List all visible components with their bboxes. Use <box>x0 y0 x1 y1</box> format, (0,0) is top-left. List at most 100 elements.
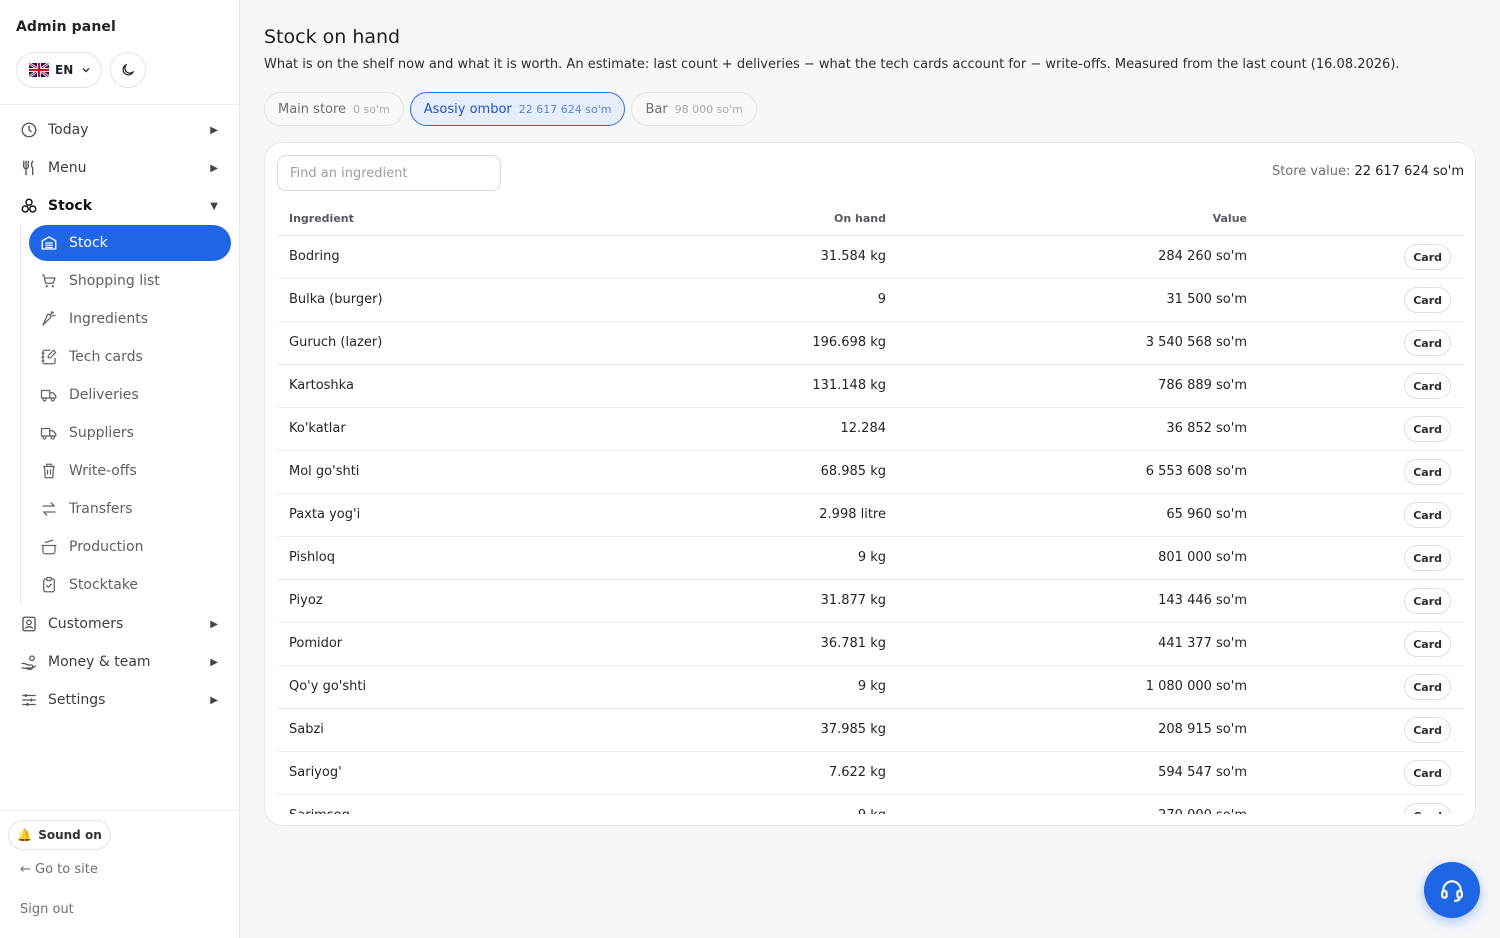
card-button[interactable]: Card <box>1404 244 1451 270</box>
sub-nav-production[interactable]: Production <box>29 529 231 565</box>
table-row: Ko'katlar 12.284 36 852 so'm Card <box>277 408 1464 451</box>
stock-value: 31 500 so'm <box>1166 292 1247 307</box>
stock-value: 786 889 so'm <box>1158 378 1247 393</box>
card-button[interactable]: Card <box>1404 717 1451 743</box>
bell-icon: 🔔 <box>17 828 33 842</box>
ingredient-name: Kartoshka <box>289 378 354 393</box>
sub-nav-label: Stock <box>69 235 108 251</box>
stock-value: 284 260 so'm <box>1158 249 1247 264</box>
sub-nav-label: Shopping list <box>69 273 160 289</box>
card-button[interactable]: Card <box>1404 330 1451 356</box>
go-to-site-link[interactable]: ← Go to site <box>20 862 98 877</box>
on-hand-qty: 31.877 kg <box>820 593 886 608</box>
store-tabs: Main store 0 so'm Asosiy ombor 22 617 62… <box>264 92 757 126</box>
sub-nav-stock[interactable]: Stock <box>29 225 231 261</box>
store-value-amount: 22 617 624 so'm <box>1354 164 1464 179</box>
table-row: Sabzi 37.985 kg 208 915 so'm Card <box>277 709 1464 752</box>
page-description: What is on the shelf now and what it is … <box>264 57 1400 72</box>
on-hand-qty: 9 kg <box>857 550 886 565</box>
stock-value: 594 547 so'm <box>1158 765 1247 780</box>
stock-value: 36 852 so'm <box>1166 421 1247 436</box>
carrot-icon <box>40 310 58 328</box>
card-button[interactable]: Card <box>1404 588 1451 614</box>
cart-icon <box>40 272 58 290</box>
sub-nav-stocktake[interactable]: Stocktake <box>29 567 231 603</box>
ingredient-name: Guruch (lazer) <box>289 335 383 350</box>
ingredient-name: Pishloq <box>289 550 335 565</box>
table-row: Kartoshka 131.148 kg 786 889 so'm Card <box>277 365 1464 408</box>
ingredient-name: Paxta yog'i <box>289 507 361 522</box>
stock-value: 208 915 so'm <box>1158 722 1247 737</box>
nav-label: Settings <box>48 692 106 708</box>
warehouse-icon <box>40 234 58 252</box>
truck-icon <box>40 386 58 404</box>
nav-menu[interactable]: Menu ▶ <box>8 151 232 185</box>
card-button[interactable]: Card <box>1404 631 1451 657</box>
store-tab-bar[interactable]: Bar 98 000 so'm <box>631 92 757 126</box>
sub-nav-deliveries[interactable]: Deliveries <box>29 377 231 413</box>
sign-out-link[interactable]: Sign out <box>20 902 74 917</box>
ingredient-search-input[interactable] <box>277 155 501 191</box>
sub-nav-ingredients[interactable]: Ingredients <box>29 301 231 337</box>
sub-nav-shopping-list[interactable]: Shopping list <box>29 263 231 299</box>
language-switcher[interactable]: EN <box>16 52 102 88</box>
sound-toggle-button[interactable]: 🔔 Sound on <box>8 820 111 850</box>
nav-label: Menu <box>48 160 87 176</box>
card-button[interactable]: Card <box>1404 416 1451 442</box>
truck-icon <box>40 424 58 442</box>
caret-right-icon: ▶ <box>210 694 218 706</box>
stock-value: 6 553 608 so'm <box>1145 464 1247 479</box>
store-tab-asosiy-ombor[interactable]: Asosiy ombor 22 617 624 so'm <box>409 92 626 126</box>
store-tab-amount: 0 so'm <box>353 102 390 116</box>
card-button[interactable]: Card <box>1404 287 1451 313</box>
nav-label: Customers <box>48 616 124 632</box>
on-hand-qty: 37.985 kg <box>820 722 886 737</box>
on-hand-qty: 36.781 kg <box>820 636 886 651</box>
hand-coins-icon <box>20 653 38 671</box>
nav-customers[interactable]: Customers ▶ <box>8 607 232 641</box>
on-hand-qty: 9 <box>877 292 886 307</box>
card-button[interactable]: Card <box>1404 373 1451 399</box>
card-button[interactable]: Card <box>1404 803 1451 814</box>
sub-nav-suppliers[interactable]: Suppliers <box>29 415 231 451</box>
table-row: Bodring 31.584 kg 284 260 so'm Card <box>277 236 1464 279</box>
nav-today[interactable]: Today ▶ <box>8 113 232 147</box>
support-chat-button[interactable] <box>1424 862 1480 918</box>
clock-icon <box>20 121 38 139</box>
ingredient-name: Pomidor <box>289 636 343 651</box>
stock-value: 3 540 568 so'm <box>1145 335 1247 350</box>
contact-icon <box>20 615 38 633</box>
on-hand-qty: 131.148 kg <box>812 378 886 393</box>
sub-nav-label: Ingredients <box>69 311 148 327</box>
card-button[interactable]: Card <box>1404 760 1451 786</box>
table-row: Guruch (lazer) 196.698 kg 3 540 568 so'm Ca… <box>277 322 1464 365</box>
store-value-label: Store value: <box>1271 164 1351 179</box>
card-button[interactable]: Card <box>1404 674 1451 700</box>
sound-label: Sound on <box>38 828 102 842</box>
nav-settings[interactable]: Settings ▶ <box>8 683 232 717</box>
theme-toggle-button[interactable] <box>110 52 146 88</box>
card-button[interactable]: Card <box>1404 459 1451 485</box>
store-tab-main-store[interactable]: Main store 0 so'm <box>264 92 404 126</box>
headset-icon <box>1441 880 1463 902</box>
moon-icon <box>122 64 134 76</box>
nav-money-team[interactable]: Money & team ▶ <box>8 645 232 679</box>
trash-icon <box>40 462 58 480</box>
brand-title: Admin panel <box>16 19 116 35</box>
sub-nav-write-offs[interactable]: Write-offs <box>29 453 231 489</box>
card-button[interactable]: Card <box>1404 545 1451 571</box>
clipboard-check-icon <box>40 576 58 594</box>
card-button[interactable]: Card <box>1404 502 1451 528</box>
sub-nav-tech-cards[interactable]: Tech cards <box>29 339 231 375</box>
on-hand-qty: 68.985 kg <box>820 464 886 479</box>
on-hand-qty: 196.698 kg <box>812 335 886 350</box>
nav-stock[interactable]: Stock ▼ <box>8 189 232 223</box>
sub-nav-transfers[interactable]: Transfers <box>29 491 231 527</box>
nav-label: Stock <box>48 198 93 214</box>
ingredient-name: Mol go'shti <box>289 464 360 479</box>
table-header: Ingredient On hand Value <box>277 203 1464 236</box>
nav-label: Today <box>48 122 89 138</box>
sub-nav-label: Suppliers <box>69 425 134 441</box>
table-row: Qo'y go'shti 9 kg 1 080 000 so'm Card <box>277 666 1464 709</box>
header-on-hand: On hand <box>834 212 886 225</box>
